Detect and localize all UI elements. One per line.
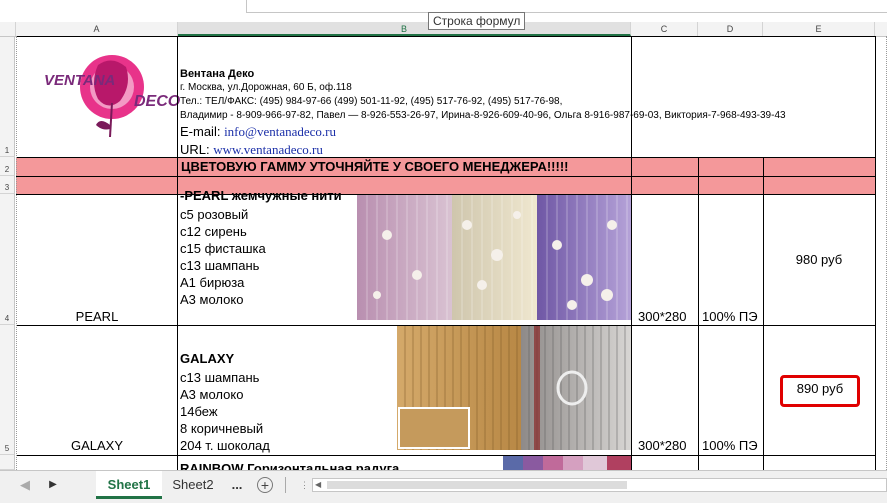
tab-sheet2[interactable]: Sheet2 — [162, 471, 224, 499]
grid-line — [177, 36, 178, 470]
row-header-5[interactable]: 5 — [0, 325, 15, 455]
product-color-list: с13 шампань А3 молоко 14беж 8 коричневый… — [180, 370, 270, 453]
product-code: PEARL — [75, 309, 119, 324]
column-header-e[interactable]: E — [763, 22, 875, 36]
grid-line — [16, 194, 875, 195]
row-header-2[interactable]: 2 — [0, 157, 15, 176]
product-title: GALAXY — [180, 351, 235, 366]
company-phones: Тел.: ТЕЛ/ФАКС: (495) 984-97-66 (499) 50… — [180, 96, 563, 107]
select-all-corner[interactable] — [0, 22, 16, 36]
pearl-curtain-image — [357, 195, 631, 320]
product-code: GALAXY — [70, 438, 124, 453]
url-link[interactable]: www.ventanadeco.ru — [213, 142, 323, 157]
product-material: 100% ПЭ — [702, 438, 758, 453]
product-size: 300*280 — [638, 309, 687, 324]
product-title: RAINBOW Горизонтальная радуга — [180, 461, 400, 470]
tab-divider — [285, 477, 286, 493]
grid-line — [16, 455, 875, 456]
scrollbar-thumb[interactable] — [327, 481, 627, 489]
ventana-deco-logo: VENTANA DECO — [40, 45, 180, 145]
row-header-6[interactable] — [0, 455, 15, 470]
scroll-left-icon[interactable]: ◀ — [18, 471, 32, 499]
more-sheets-button[interactable]: ... — [226, 471, 248, 499]
grid-line — [16, 157, 875, 158]
grid-line — [763, 157, 764, 470]
email-link[interactable]: info@ventanadeco.ru — [224, 124, 336, 139]
scroll-right-icon[interactable]: ▶ — [46, 471, 60, 499]
grid-line — [698, 157, 699, 470]
product-color-list: с5 розовый с12 сирень с15 фисташка с13 ш… — [180, 207, 266, 307]
row-header-4[interactable]: 4 — [0, 194, 15, 325]
company-name: Вентана Деко — [180, 68, 255, 80]
tab-split-handle[interactable]: ⋮ — [300, 477, 309, 493]
formula-input[interactable] — [246, 0, 887, 13]
galaxy-curtain-image — [397, 326, 631, 450]
rainbow-curtain-image — [503, 456, 631, 470]
row-header-3[interactable]: 3 — [0, 176, 15, 194]
column-header-b[interactable]: B — [178, 22, 631, 36]
add-sheet-button[interactable]: + — [257, 477, 273, 493]
formula-bar-tooltip: Строка формул — [428, 12, 526, 30]
grid-line — [16, 36, 875, 37]
company-address: г. Москва, ул.Дорожная, 60 Б, оф.118 — [180, 82, 352, 93]
product-price: 980 руб — [795, 252, 843, 267]
product-material: 100% ПЭ — [702, 309, 758, 324]
price-highlight-box — [780, 375, 860, 407]
grid-line — [16, 325, 875, 326]
product-title: -PEARL жемчужные нити — [180, 188, 342, 203]
column-header-a[interactable]: A — [16, 22, 178, 36]
row-header-1[interactable]: 1 — [0, 37, 15, 157]
grid-line — [631, 36, 632, 470]
grid-line — [16, 36, 17, 470]
tab-sheet1[interactable]: Sheet1 — [96, 471, 162, 499]
grid-line — [16, 176, 875, 177]
company-email-row: E-mail: info@ventanadeco.ru — [180, 124, 337, 139]
company-managers: Владимир - 8-909-966-97-82, Павел — 8-92… — [180, 110, 786, 121]
column-header-c[interactable]: C — [631, 22, 698, 36]
scroll-arrow-left-icon[interactable]: ◀ — [315, 480, 321, 489]
company-url-row: URL: www.ventanadeco.ru — [180, 142, 323, 157]
column-header-d[interactable]: D — [698, 22, 763, 36]
grid-line — [875, 36, 876, 470]
sheet-tab-bar: ◀ ▶ Sheet1 Sheet2 ... + ⋮ ◀ — [0, 470, 887, 503]
product-size: 300*280 — [638, 438, 687, 453]
banner-text: ЦВЕТОВУЮ ГАММУ УТОЧНЯЙТЕ У СВОЕГО МЕНЕДЖ… — [181, 159, 569, 174]
horizontal-scrollbar[interactable]: ◀ — [312, 478, 887, 492]
